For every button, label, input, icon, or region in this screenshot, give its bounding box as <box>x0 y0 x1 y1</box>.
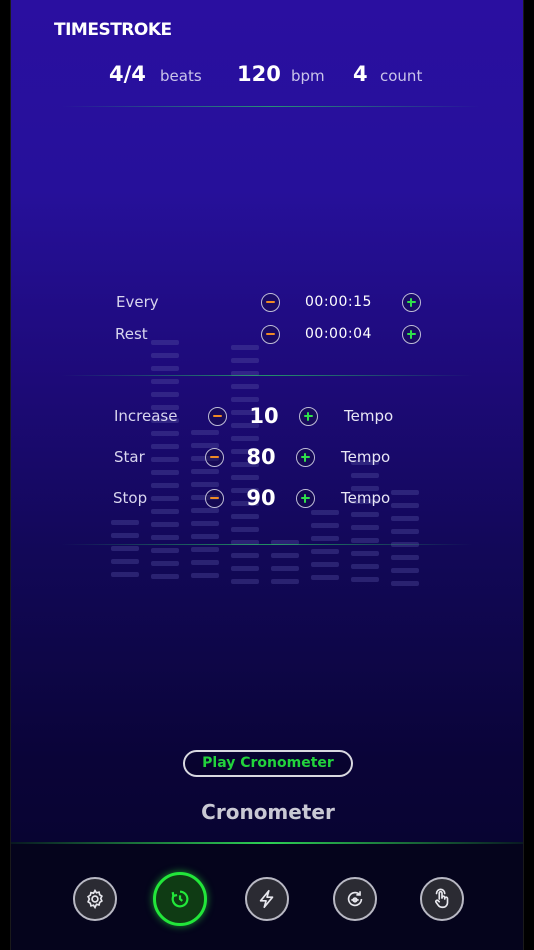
speed-trainer-button[interactable] <box>245 877 289 921</box>
stop-value: 90 <box>246 486 276 510</box>
minus-icon <box>265 333 275 336</box>
cycle-button[interactable] <box>333 877 377 921</box>
rest-label: Rest <box>115 325 148 343</box>
increase-row: Increase 10 Tempo <box>11 403 523 433</box>
bpm-value[interactable]: 120 <box>237 62 281 86</box>
star-unit: Tempo <box>341 448 391 466</box>
increase-unit: Tempo <box>344 407 394 425</box>
star-decrease-button[interactable] <box>205 448 224 467</box>
every-value: 00:00:15 <box>305 294 372 310</box>
play-cronometer-button[interactable]: Play Cronometer <box>183 750 353 777</box>
stop-row: Stop 90 Tempo <box>11 485 523 515</box>
rest-value: 00:00:04 <box>305 326 372 342</box>
minus-icon <box>265 301 275 304</box>
settings-button[interactable] <box>73 877 117 921</box>
every-label: Every <box>116 293 159 311</box>
tap-tempo-button[interactable] <box>420 877 464 921</box>
count-value[interactable]: 4 <box>353 62 368 86</box>
minus-icon <box>212 415 222 418</box>
stop-label: Stop <box>113 489 148 507</box>
every-decrease-button[interactable] <box>261 293 280 312</box>
bpm-label: bpm <box>291 67 325 85</box>
stop-unit: Tempo <box>341 489 391 507</box>
mode-title: Cronometer <box>201 800 335 824</box>
app-logo: TIMESTROKE <box>54 20 172 40</box>
cronometer-nav-button[interactable] <box>153 872 207 926</box>
every-row: Every 00:00:15 <box>11 292 523 322</box>
equalizer-decoration <box>111 340 431 610</box>
stop-increase-button[interactable] <box>296 489 315 508</box>
rest-decrease-button[interactable] <box>261 325 280 344</box>
gear-icon <box>87 888 103 910</box>
bottom-nav-divider <box>11 842 523 844</box>
app-screen: TIMESTROKE 4/4 beats 120 bpm 4 count Eve… <box>10 0 524 950</box>
cronometer-icon <box>171 890 189 908</box>
stop-decrease-button[interactable] <box>205 489 224 508</box>
tap-icon <box>435 888 449 909</box>
star-row: Star 80 Tempo <box>11 444 523 474</box>
increase-label: Increase <box>114 407 178 425</box>
star-value: 80 <box>246 445 276 469</box>
beats-label: beats <box>160 67 202 85</box>
every-increase-button[interactable] <box>402 293 421 312</box>
star-increase-button[interactable] <box>296 448 315 467</box>
rest-increase-button[interactable] <box>402 325 421 344</box>
tempo-divider <box>61 544 473 545</box>
minus-icon <box>209 497 219 500</box>
lightning-icon <box>259 889 274 909</box>
header-divider <box>61 106 481 107</box>
rest-row: Rest 00:00:04 <box>11 324 523 354</box>
count-label: count <box>380 67 423 85</box>
increase-value: 10 <box>249 404 279 428</box>
cycle-icon <box>347 891 363 907</box>
increase-decrease-button[interactable] <box>208 407 227 426</box>
beats-value[interactable]: 4/4 <box>109 62 146 86</box>
star-label: Star <box>114 448 145 466</box>
header-stats: 4/4 beats 120 bpm 4 count <box>11 62 523 92</box>
increase-increase-button[interactable] <box>299 407 318 426</box>
timer-divider <box>61 375 473 376</box>
minus-icon <box>209 456 219 459</box>
